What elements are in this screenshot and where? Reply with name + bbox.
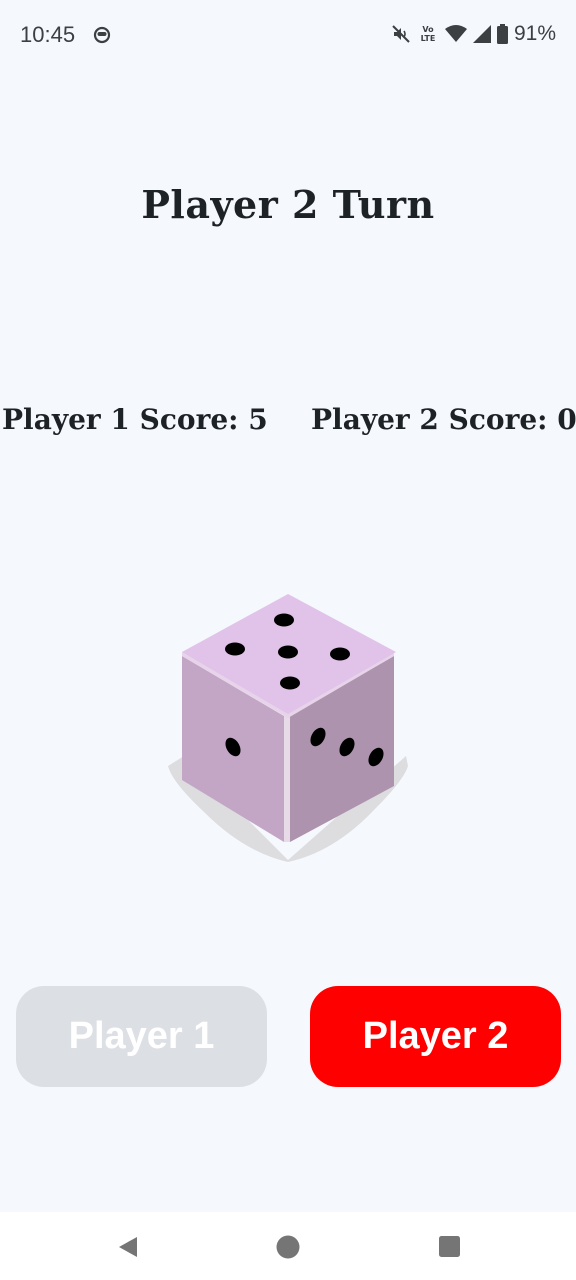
app-notification-icon	[93, 26, 111, 44]
dice-pip	[280, 676, 300, 690]
player2-button[interactable]: Player 2	[310, 986, 561, 1087]
dice-pip	[274, 613, 294, 627]
signal-icon	[472, 25, 491, 43]
status-icons: Vo LTE 91%	[391, 22, 556, 46]
turn-title: Player 2 Turn	[141, 182, 435, 227]
navigation-bar	[0, 1212, 576, 1280]
battery-icon	[496, 24, 508, 44]
dice-image[interactable]	[164, 590, 412, 868]
player1-score: Player 1 Score: 5	[2, 403, 268, 436]
back-icon[interactable]	[117, 1236, 139, 1258]
player1-button[interactable]: Player 1	[16, 986, 267, 1087]
dice-pip	[330, 647, 350, 661]
status-time: 10:45	[20, 22, 76, 47]
dice-pip	[278, 645, 298, 659]
mute-icon	[392, 25, 410, 43]
wifi-icon	[444, 25, 467, 42]
player2-score: Player 2 Score: 0	[311, 403, 576, 436]
status-bar: 10:45 Vo LTE 91%	[0, 0, 576, 72]
dice-pip	[225, 642, 245, 656]
volte-icon: Vo LTE	[420, 25, 436, 43]
battery-percent: 91%	[513, 22, 556, 45]
recents-icon[interactable]	[439, 1236, 460, 1257]
home-icon[interactable]	[276, 1235, 300, 1259]
